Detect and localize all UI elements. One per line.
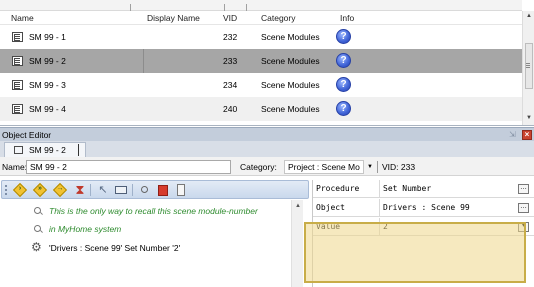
highlight-overlay <box>304 222 526 283</box>
row-category: Scene Modules <box>261 104 320 114</box>
comment-icon <box>34 207 41 214</box>
column-header-name[interactable]: Name <box>11 13 34 23</box>
info-icon[interactable]: ? <box>336 101 351 116</box>
top-strip <box>0 0 522 11</box>
divider <box>377 161 378 173</box>
cell-divider <box>143 49 144 73</box>
list-scrollbar[interactable]: ▲ ▼ <box>522 11 534 125</box>
comment-text: in MyHome system <box>49 224 122 234</box>
module-list: Name Display Name VID Category Info SM 9… <box>0 0 534 126</box>
tab-sm-99-2[interactable]: SM 99 - 2 <box>4 142 86 157</box>
list-header: Name Display Name VID Category Info <box>0 11 522 25</box>
property-key: Procedure <box>316 184 360 193</box>
editor-tabstrip: SM 99 - 2 <box>0 141 534 157</box>
name-label: Name: <box>2 162 28 172</box>
cell-divider <box>379 180 380 198</box>
code-line-action[interactable]: ⚙ 'Drivers : Scene 99' Set Number '2' <box>1 239 291 257</box>
row-vid: 234 <box>223 80 238 90</box>
module-icon <box>12 80 23 90</box>
info-icon[interactable]: ? <box>336 29 351 44</box>
code-line-comment[interactable]: This is the only way to recall this scen… <box>1 202 291 220</box>
keyboard-icon[interactable] <box>114 183 128 197</box>
row-vid: 240 <box>223 104 238 114</box>
scroll-down-arrow-icon[interactable]: ▼ <box>526 115 532 121</box>
gear-icon: ⚙ <box>31 240 42 254</box>
comment-icon <box>34 225 41 232</box>
column-divider <box>130 4 131 11</box>
comment-icon[interactable] <box>138 183 152 197</box>
code-scrollbar[interactable]: ▲ <box>291 200 303 287</box>
pin-icon[interactable]: ⇲ <box>509 130 519 139</box>
scroll-up-arrow-icon[interactable]: ▲ <box>295 203 301 209</box>
close-icon[interactable]: × <box>522 130 532 140</box>
row-vid: 233 <box>223 56 238 66</box>
procedure-icon[interactable]: › <box>12 182 28 198</box>
module-icon <box>14 146 23 154</box>
toolbar-separator <box>90 184 91 196</box>
procedure-arrow-icon[interactable]: → <box>52 182 68 198</box>
property-key: Object <box>316 203 345 212</box>
list-row[interactable]: SM 99 - 1 232 Scene Modules ? <box>0 25 522 49</box>
comment-text: This is the only way to recall this scen… <box>49 206 258 216</box>
scroll-thumb[interactable] <box>525 43 533 89</box>
object-editor-title: Object Editor <box>2 130 52 140</box>
tab-label: SM 99 - 2 <box>29 145 66 155</box>
scroll-up-arrow-icon[interactable]: ▲ <box>526 13 532 19</box>
list-row[interactable]: SM 99 - 3 234 Scene Modules ? <box>0 73 522 97</box>
toolbar-grip-icon[interactable] <box>5 185 7 195</box>
chevron-down-icon[interactable]: ▼ <box>367 164 373 170</box>
name-bar: Name: SM 99 - 2 Category: Project : Scen… <box>0 157 534 176</box>
grip-icon <box>526 63 530 64</box>
info-icon[interactable]: ? <box>336 77 351 92</box>
action-text: 'Drivers : Scene 99' Set Number '2' <box>49 243 181 253</box>
document-icon[interactable] <box>174 183 188 197</box>
category-label: Category: <box>240 162 277 172</box>
procedure-plus-icon[interactable]: » <box>32 182 48 198</box>
info-icon[interactable]: ? <box>336 53 351 68</box>
row-name: SM 99 - 3 <box>29 80 66 90</box>
row-name: SM 99 - 2 <box>29 56 66 66</box>
column-header-category[interactable]: Category <box>261 13 296 23</box>
row-category: Scene Modules <box>261 56 320 66</box>
row-category: Scene Modules <box>261 80 320 90</box>
vid-text: VID: 233 <box>382 162 416 172</box>
row-name: SM 99 - 1 <box>29 32 66 42</box>
column-header-display-name[interactable]: Display Name <box>147 13 200 23</box>
column-header-info[interactable]: Info <box>340 13 354 23</box>
module-icon <box>12 56 23 66</box>
ellipsis-button[interactable]: … <box>518 203 529 213</box>
property-row-procedure[interactable]: Procedure Set Number … <box>313 180 534 198</box>
list-red-icon[interactable] <box>156 183 170 197</box>
list-row[interactable]: SM 99 - 4 240 Scene Modules ? <box>0 97 522 121</box>
code-editor[interactable]: This is the only way to recall this scen… <box>1 200 309 287</box>
column-header-vid[interactable]: VID <box>223 13 237 23</box>
property-value[interactable]: Set Number <box>383 184 431 193</box>
row-name: SM 99 - 4 <box>29 104 66 114</box>
row-category: Scene Modules <box>261 32 320 42</box>
cell-divider <box>379 199 380 217</box>
hourglass-icon[interactable]: ⧗ <box>73 183 87 197</box>
list-row-selected[interactable]: SM 99 - 2 233 Scene Modules ? <box>0 49 522 73</box>
name-field[interactable]: SM 99 - 2 <box>26 160 231 174</box>
column-divider <box>246 4 247 11</box>
module-icon <box>12 32 23 42</box>
toolbar-separator <box>132 184 133 196</box>
code-toolbar: › » → ⧗ ↖ <box>1 180 309 199</box>
column-divider <box>224 4 225 11</box>
row-vid: 232 <box>223 32 238 42</box>
module-icon <box>12 104 23 114</box>
property-row-object[interactable]: Object Drivers : Scene 99 … <box>313 199 534 217</box>
code-line-comment[interactable]: in MyHome system <box>1 220 291 238</box>
ellipsis-button[interactable]: … <box>518 184 529 194</box>
object-editor-titlebar: Object Editor ⇲ × <box>0 127 534 141</box>
pointer-icon[interactable]: ↖ <box>96 183 110 197</box>
property-value[interactable]: Drivers : Scene 99 <box>383 203 470 212</box>
text-cursor <box>78 144 79 156</box>
category-select[interactable]: Project : Scene Mo <box>284 160 364 174</box>
